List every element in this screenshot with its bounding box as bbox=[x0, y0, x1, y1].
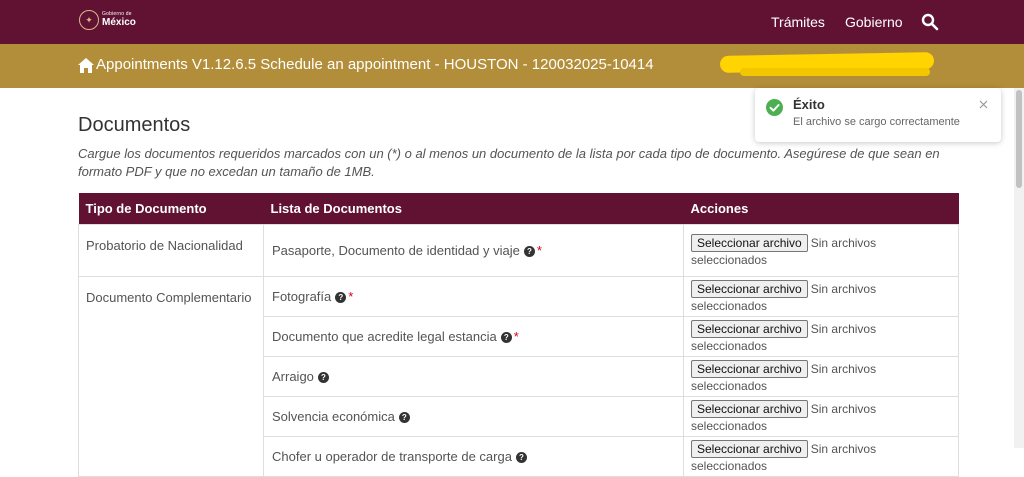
actions-cell: Seleccionar archivo Sin archivos seleccio… bbox=[683, 224, 959, 277]
document-type-cell: Probatorio de Nacionalidad bbox=[78, 224, 264, 277]
close-icon[interactable] bbox=[979, 100, 988, 109]
column-header-lista: Lista de Documentos bbox=[263, 193, 684, 225]
help-icon[interactable]: ? bbox=[515, 452, 527, 464]
national-seal-icon: ✦ bbox=[79, 10, 99, 30]
page-scrollbar[interactable] bbox=[1014, 88, 1024, 448]
scrollbar-thumb[interactable] bbox=[1016, 90, 1022, 188]
documents-table: Tipo de Documento Lista de Documentos Ac… bbox=[78, 193, 959, 477]
nav-link-gobierno[interactable]: Gobierno bbox=[845, 14, 903, 30]
document-name-cell: Arraigo? bbox=[263, 356, 684, 397]
column-header-acciones: Acciones bbox=[683, 193, 959, 225]
actions-cell: Seleccionar archivo Sin archivos seleccio… bbox=[683, 396, 959, 437]
document-name: Fotografía bbox=[272, 289, 332, 304]
select-file-button[interactable]: Seleccionar archivo bbox=[691, 234, 808, 252]
help-icon[interactable]: ? bbox=[523, 246, 535, 258]
select-file-button[interactable]: Seleccionar archivo bbox=[691, 280, 808, 298]
select-file-button[interactable]: Seleccionar archivo bbox=[691, 440, 808, 458]
breadcrumb-title: Appointments V1.12.6.5 Schedule an appoi… bbox=[96, 56, 654, 73]
document-name-cell: Fotografía? * bbox=[263, 276, 684, 317]
document-name: Arraigo bbox=[272, 369, 314, 384]
help-icon[interactable]: ? bbox=[398, 412, 410, 424]
help-icon[interactable]: ? bbox=[335, 292, 347, 304]
required-mark: * bbox=[348, 289, 354, 304]
toast-title: Éxito bbox=[793, 97, 825, 112]
nav-link-tramites[interactable]: Trámites bbox=[771, 14, 825, 30]
select-file-button[interactable]: Seleccionar archivo bbox=[691, 320, 808, 338]
column-header-tipo: Tipo de Documento bbox=[78, 193, 264, 225]
check-circle-icon bbox=[766, 99, 783, 116]
appointments-bar: Appointments V1.12.6.5 Schedule an appoi… bbox=[0, 44, 1024, 88]
help-icon[interactable]: ? bbox=[500, 332, 512, 344]
search-icon[interactable] bbox=[921, 13, 939, 31]
document-name: Solvencia económica bbox=[272, 409, 395, 424]
required-mark: * bbox=[536, 243, 542, 258]
logo-big-text: México bbox=[102, 17, 136, 28]
document-name: Documento que acredite legal estancia bbox=[272, 329, 497, 344]
document-name-cell: Solvencia económica? bbox=[263, 396, 684, 437]
actions-cell: Seleccionar archivo Sin archivos seleccio… bbox=[683, 356, 959, 397]
actions-cell: Seleccionar archivo Sin archivos seleccio… bbox=[683, 316, 959, 357]
document-name-cell: Chofer u operador de transporte de carga… bbox=[263, 436, 684, 477]
select-file-button[interactable]: Seleccionar archivo bbox=[691, 400, 808, 418]
instructions-text: Cargue los documentos requeridos marcado… bbox=[78, 146, 940, 179]
success-toast: Éxito El archivo se cargo correctamente bbox=[755, 88, 1001, 142]
page-title: Documentos bbox=[78, 114, 191, 136]
document-name: Pasaporte, Documento de identidad y viaj… bbox=[272, 243, 520, 258]
select-file-button[interactable]: Seleccionar archivo bbox=[691, 360, 808, 378]
document-type-cell: Documento Complementario bbox=[78, 276, 264, 477]
actions-cell: Seleccionar archivo Sin archivos seleccio… bbox=[683, 436, 959, 477]
table-row: Documento Complementario Fotografía? * Se… bbox=[78, 276, 959, 477]
top-navbar: ✦ Gobierno de México Trámites Gobierno bbox=[0, 0, 1024, 44]
document-name-cell: Documento que acredite legal estancia? * bbox=[263, 316, 684, 357]
gobierno-mexico-logo[interactable]: ✦ Gobierno de México bbox=[79, 10, 136, 30]
actions-cell: Seleccionar archivo Sin archivos seleccio… bbox=[683, 276, 959, 317]
toast-message: El archivo se cargo correctamente bbox=[793, 116, 960, 128]
redaction-mark bbox=[740, 68, 930, 76]
home-icon[interactable] bbox=[78, 58, 94, 73]
document-name-cell: Pasaporte, Documento de identidad y viaj… bbox=[263, 224, 684, 277]
table-header-row: Tipo de Documento Lista de Documentos Ac… bbox=[78, 193, 959, 225]
document-name: Chofer u operador de transporte de carga bbox=[272, 449, 512, 464]
help-icon[interactable]: ? bbox=[317, 372, 329, 384]
table-row: Probatorio de Nacionalidad Pasaporte, Do… bbox=[78, 224, 959, 277]
required-mark: * bbox=[513, 329, 519, 344]
